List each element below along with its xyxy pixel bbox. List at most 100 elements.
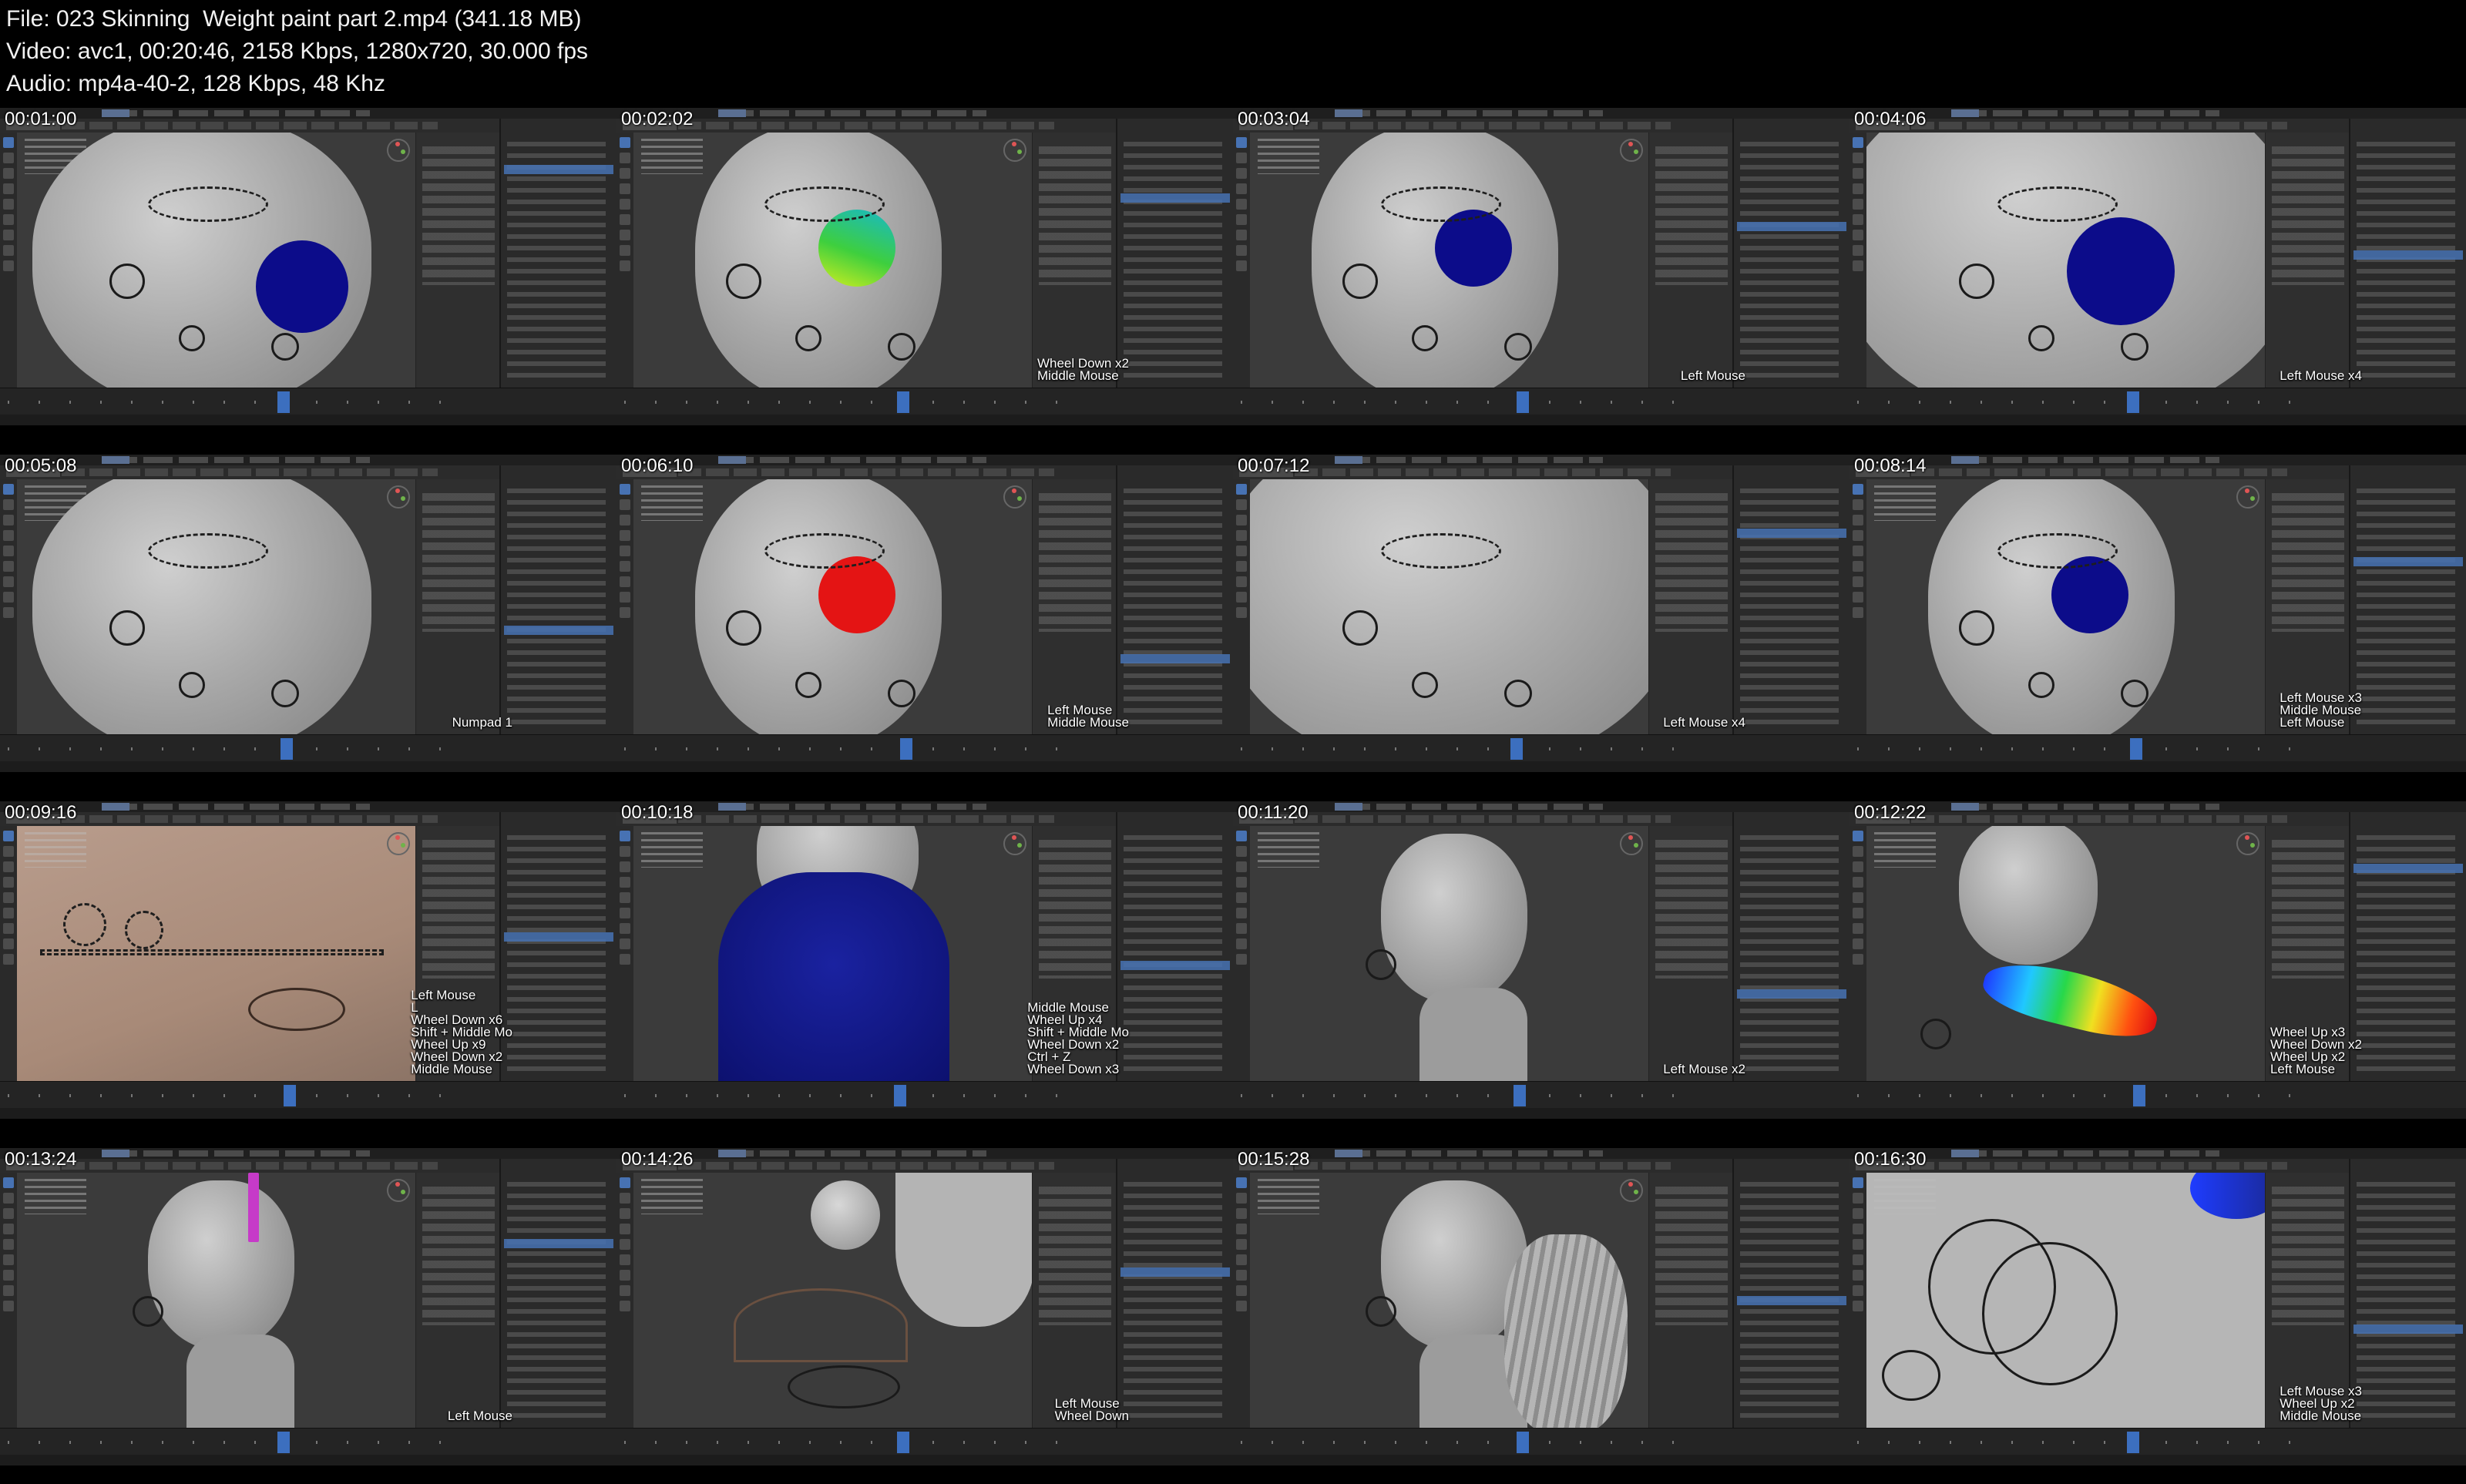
video-thumbnail[interactable]: 00:15:28: [1233, 1148, 1850, 1466]
video-thumbnail[interactable]: 00:14:26 Left Mouse Wheel Down: [616, 1148, 1233, 1466]
tool-icon: [3, 861, 14, 872]
video-thumbnail[interactable]: 00:12:22 Wheel Up x3 Wheel Down x2 Wheel Up…: [1850, 801, 2466, 1119]
transform-fields: [1039, 840, 1111, 979]
video-thumbnail[interactable]: 00:01:00: [0, 108, 616, 425]
active-workspace-tab: [102, 1150, 129, 1157]
tool-icon: [620, 260, 630, 271]
outliner-panel: [1116, 465, 1233, 735]
tool-icon: [1853, 877, 1863, 888]
bone-circle: [1504, 680, 1532, 707]
transform-fields: [2272, 840, 2344, 979]
tool-icon: [1236, 1208, 1247, 1219]
video-thumbnail[interactable]: 00:16:30 Left Mouse x3 Wheel Up x2 Middle M…: [1850, 1148, 2466, 1466]
tool-icon: [620, 1285, 630, 1296]
tool-icon: [3, 515, 14, 525]
tool-icon: [3, 1270, 14, 1281]
bone-circle: [109, 610, 145, 646]
bone-circle: [109, 264, 145, 299]
viewport-info-text: [1258, 832, 1319, 868]
blender-topbar: [616, 455, 1233, 465]
video-thumbnail[interactable]: 00:03:04 Left Mouse: [1233, 108, 1850, 425]
tool-icon: [1236, 499, 1247, 510]
tool-icon: [1236, 183, 1247, 194]
workspace-tabs: [108, 804, 370, 810]
video-thumbnail[interactable]: 00:09:16 Left Mouse L Wheel Down x6 Shift + …: [0, 801, 616, 1119]
keystroke-overlay: Left Mouse x3 Middle Mouse Left Mouse: [2280, 691, 2362, 729]
workspace-tabs: [1341, 804, 1603, 810]
viewport-info-text: [1874, 1179, 1936, 1214]
tool-icon: [1236, 1270, 1247, 1281]
keystroke-overlay: Left Mouse: [1681, 369, 1745, 382]
timeline-ticks: [8, 1094, 462, 1097]
tool-icon: [3, 499, 14, 510]
weight-gradient-arc: [1977, 952, 2164, 1047]
tool-icon: [3, 199, 14, 210]
keystroke-overlay: Wheel Up x3 Wheel Down x2 Wheel Up x2 Left …: [2270, 1026, 2362, 1076]
timeline-ticks: [1857, 1441, 2312, 1444]
status-bar: [1233, 1108, 1850, 1119]
viewport-info-text: [1258, 1179, 1319, 1214]
tool-icon: [1236, 515, 1247, 525]
outliner-rows: [507, 1182, 606, 1421]
transform-fields: [2272, 146, 2344, 285]
workspace-tabs: [1957, 110, 2219, 116]
tool-icon: [1236, 938, 1247, 949]
tool-icon: [1853, 923, 1863, 934]
sidebar-properties-panel: [1648, 1173, 1734, 1429]
blender-topbar: [1850, 801, 2466, 812]
timeline-ticks: [8, 401, 462, 404]
video-thumbnail[interactable]: 00:10:18 Middle Mouse Wheel Up x4 Shift + M…: [616, 801, 1233, 1119]
video-thumbnail[interactable]: 00:07:12 Left Mouse x4: [1233, 455, 1850, 772]
head-sphere: [811, 1180, 880, 1250]
navigation-gizmo: [1003, 485, 1026, 509]
tool-icon: [1853, 230, 1863, 240]
transform-fields: [422, 493, 495, 632]
tool-icon: [1853, 245, 1863, 256]
tool-icon: [620, 1208, 630, 1219]
video-thumbnail[interactable]: 00:06:10 Left Mouse Middle Mouse: [616, 455, 1233, 772]
tool-icon: [620, 168, 630, 179]
bone-ring: [1982, 1242, 2118, 1385]
tool-icon: [1853, 938, 1863, 949]
tool-icon: [620, 592, 630, 603]
tool-icon: [3, 230, 14, 240]
bone-circle: [271, 333, 299, 361]
timeline: [616, 734, 1233, 761]
blender-topbar: [1233, 1148, 1850, 1159]
thumbnail-timestamp: 00:14:26: [621, 1149, 694, 1170]
sidebar-properties-panel: [1032, 479, 1117, 735]
tool-icon: [1853, 1177, 1863, 1188]
hair-mesh: [1504, 1234, 1628, 1429]
outliner-panel: [2349, 119, 2466, 388]
video-thumbnail[interactable]: 00:05:08 Numpad 1: [0, 455, 616, 772]
video-thumbnail[interactable]: 00:08:14 Left Mouse x3 Middle Mouse Left Mo…: [1850, 455, 2466, 772]
timeline: [1850, 734, 2466, 761]
video-thumbnail[interactable]: 00:11:20 Left Mouse x2: [1233, 801, 1850, 1119]
character-head: [1959, 826, 2098, 965]
video-thumbnail[interactable]: 00:02:02 Wheel Down x2 Middle Mouse: [616, 108, 1233, 425]
character-head: [1381, 834, 1527, 1003]
bone-circle: [1342, 610, 1378, 646]
workspace-tabs: [724, 1150, 986, 1157]
workspace-tabs: [1957, 457, 2219, 463]
thumbnail-timestamp: 00:13:24: [5, 1149, 77, 1170]
thumbnail-timestamp: 00:03:04: [1238, 109, 1310, 129]
viewport-info-text: [641, 1179, 703, 1214]
tool-icon: [3, 1193, 14, 1204]
outliner-rows: [1740, 142, 1839, 381]
timeline-ticks: [8, 747, 462, 750]
bone-circle: [2028, 325, 2054, 351]
video-thumbnail[interactable]: 00:13:24 Left Mouse: [0, 1148, 616, 1466]
face-bone-outline: [1381, 186, 1501, 222]
bone-circle: [726, 264, 761, 299]
neck-weight-area: [718, 872, 949, 1082]
tool-icon: [3, 1177, 14, 1188]
video-thumbnail[interactable]: 00:04:06 Left Mouse x4: [1850, 108, 2466, 425]
face-bone-outline: [764, 533, 885, 569]
weight-sphere: [2067, 217, 2175, 325]
bone-circle: [2028, 672, 2054, 698]
active-workspace-tab: [102, 456, 129, 464]
outliner-selected-row: [2353, 557, 2463, 566]
timeline: [0, 388, 616, 415]
tool-icon: [3, 607, 14, 618]
